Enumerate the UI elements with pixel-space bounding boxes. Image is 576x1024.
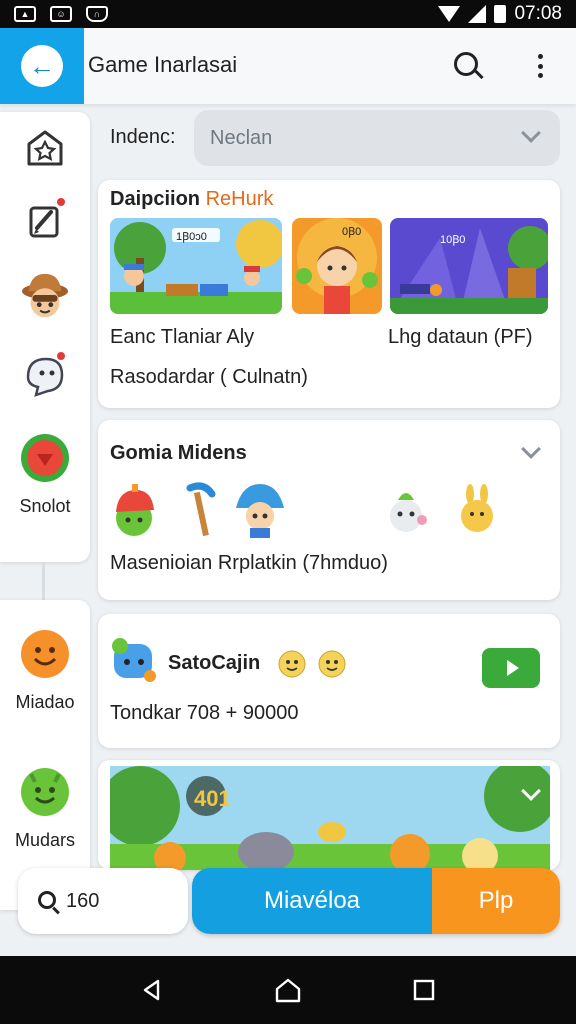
secondary-action[interactable]: Plp <box>432 868 560 934</box>
player-card: SatoCajin Tondkar 708 + 90000 <box>98 614 560 748</box>
more-vertical-icon[interactable] <box>530 50 550 82</box>
banner-image <box>110 766 550 870</box>
battery-icon <box>494 5 507 23</box>
sidebar-item-mudars[interactable]: Mudars <box>0 766 90 851</box>
sidebar-item-label: Snolot <box>19 496 71 516</box>
shield-icon: ∩ <box>86 6 108 22</box>
featured-caption-left: Eanc Tlaniar Aly <box>110 326 255 348</box>
sidebar-item-label: Miadao <box>15 692 75 712</box>
game-thumbnail[interactable]: 0Ꞵ0 <box>292 218 382 314</box>
robot-icon: ☺ <box>50 6 72 22</box>
banner-badge: 401 <box>194 786 231 811</box>
notification-badge <box>55 350 67 362</box>
character-red-helmet[interactable] <box>108 482 164 538</box>
filter-label: Indenc: <box>110 126 176 148</box>
green-smiley-icon <box>19 766 71 818</box>
explorer-avatar-icon <box>19 270 71 322</box>
player-name: SatoCajin <box>168 652 261 674</box>
play-button[interactable] <box>482 648 540 688</box>
ghost-icon <box>19 348 71 400</box>
sidebar-bottom: Miadao Mudars <box>0 600 90 910</box>
heart-apple-icon <box>19 432 71 484</box>
filter-value: Neclan <box>210 126 273 149</box>
chevron-down-icon <box>521 123 541 143</box>
arrow-left-icon: ← <box>21 45 63 87</box>
character-mushroom-kid[interactable] <box>232 482 288 538</box>
filter-row: Indenc: Neclan <box>98 110 560 166</box>
main-action-button[interactable]: Miavéloa Plp <box>192 868 560 934</box>
sidebar-item-explorer[interactable] <box>0 270 90 322</box>
bottom-action-bar: 160 Miavéloa Plp <box>18 866 560 936</box>
character-sprout[interactable] <box>378 482 434 538</box>
notification-badge <box>55 196 67 208</box>
search-icon-handle <box>52 906 60 915</box>
character-yellow-bunny[interactable] <box>448 482 504 538</box>
featured-title-main: Daipciion <box>110 188 201 210</box>
featured-card: Daipciion ReHurk 1Ꞵ0ɔ0 0Ꞵ0 10Ꞵ0 Eanc Tla… <box>98 180 560 408</box>
thumb-badge: 1Ꞵ0ɔ0 <box>176 231 207 243</box>
wifi-icon <box>438 6 461 22</box>
player-stats: Tondkar 708 + 90000 <box>110 702 299 724</box>
status-right: 07:08 <box>438 3 562 25</box>
image-icon: ▲ <box>14 6 36 22</box>
sidebar-item-snolot[interactable]: Snolot <box>0 432 90 517</box>
play-icon <box>507 660 519 676</box>
sidebar-item-ghost[interactable] <box>0 348 90 400</box>
nav-back-icon[interactable] <box>140 978 164 1002</box>
sidebar-item-notes[interactable] <box>0 194 90 246</box>
smiley-icon <box>318 650 346 678</box>
smiley-icon <box>278 650 306 678</box>
character-row <box>108 482 548 542</box>
search-field[interactable]: 160 <box>18 868 188 934</box>
thumb-badge: 0Ꞵ0 <box>342 226 362 238</box>
status-bar: ▲ ☺ ∩ 07:08 <box>0 0 576 28</box>
sidebar-divider <box>42 562 45 600</box>
members-card: Gomia Midens Masenioian Rrplatkin (7hmdu… <box>98 420 560 600</box>
members-title: Gomia Midens <box>110 442 247 464</box>
featured-title-accent: ReHurk <box>205 188 274 210</box>
sidebar-item-label: Mudars <box>14 830 76 850</box>
thumb-badge: 10Ꞵ0 <box>440 234 466 246</box>
page-title: Game Inarlasai <box>88 52 238 77</box>
chevron-down-icon[interactable] <box>521 439 541 459</box>
back-button[interactable]: ← <box>0 28 84 104</box>
system-nav-bar <box>0 956 576 1024</box>
banner-card[interactable]: 401 <box>98 760 560 870</box>
orange-smiley-icon <box>19 628 71 680</box>
filter-dropdown[interactable]: Neclan <box>194 110 560 166</box>
edit-note-icon <box>19 194 71 246</box>
featured-caption-bottom: Rasodardar ( Culnatn) <box>110 366 308 388</box>
members-caption: Masenioian Rrplatkin (7hmduo) <box>110 552 388 574</box>
signal-icon <box>468 5 487 23</box>
player-avatar <box>110 636 156 682</box>
nav-recent-icon[interactable] <box>412 978 436 1002</box>
character-pickaxe[interactable] <box>176 482 232 538</box>
status-left: ▲ ☺ ∩ <box>14 6 108 22</box>
sidebar-item-miadao[interactable]: Miadao <box>0 628 90 713</box>
app-bar: ← Game Inarlasai <box>0 28 576 104</box>
search-button[interactable] <box>450 48 486 84</box>
search-value: 160 <box>66 889 100 912</box>
game-thumbnail[interactable]: 10Ꞵ0 <box>390 218 548 314</box>
featured-title: Daipciion ReHurk <box>110 188 273 211</box>
sidebar-top: Snolot <box>0 112 90 562</box>
featured-caption-right: Lhg dataun (PF) <box>388 326 533 348</box>
nav-home-icon[interactable] <box>274 977 302 1003</box>
star-house-icon <box>19 122 71 174</box>
sidebar-item-favorites[interactable] <box>0 122 90 174</box>
game-thumbnail[interactable]: 1Ꞵ0ɔ0 <box>110 218 282 314</box>
status-time: 07:08 <box>514 3 562 24</box>
primary-action[interactable]: Miavéloa <box>192 868 432 934</box>
search-icon-handle <box>474 69 484 80</box>
